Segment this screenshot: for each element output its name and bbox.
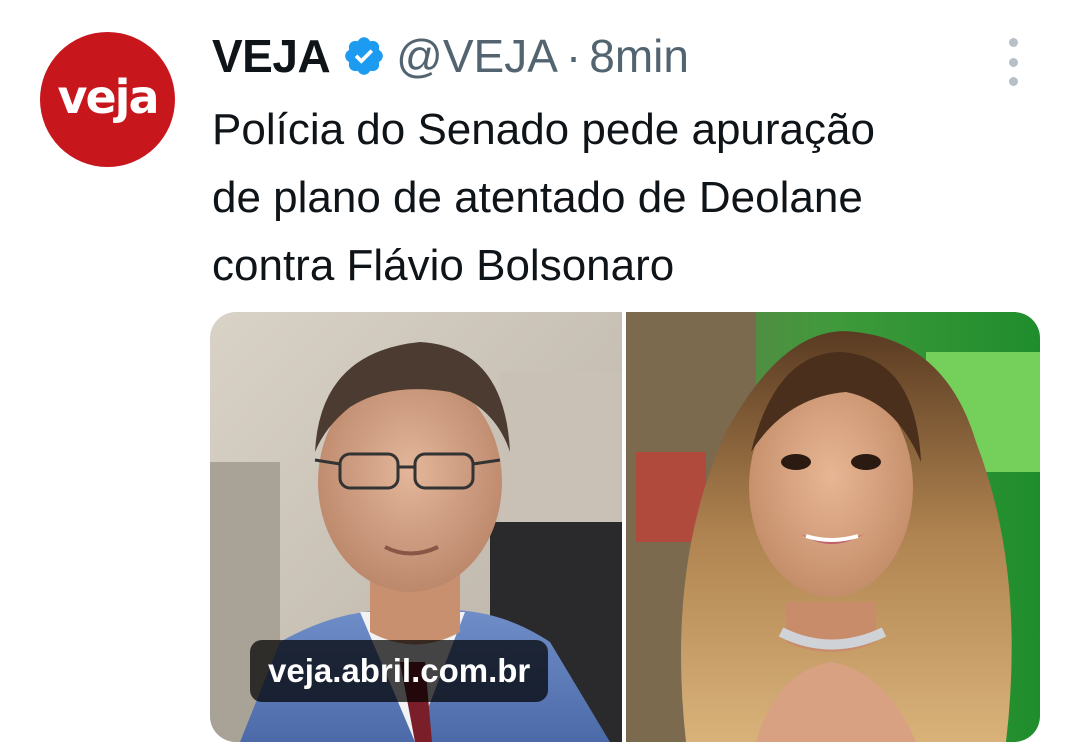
avatar[interactable]: veja [40, 32, 175, 167]
user-handle[interactable]: @VEJA [396, 29, 558, 83]
display-name[interactable]: VEJA [212, 29, 331, 83]
timestamp[interactable]: 8min [589, 29, 689, 83]
avatar-logo-text: veja [57, 69, 160, 124]
separator-dot: · [565, 30, 582, 82]
tweet-text: Polícia do Senado pede apuração de plano… [212, 105, 875, 290]
more-options-icon[interactable] [1000, 38, 1026, 86]
link-domain-label[interactable]: veja.abril.com.br [250, 640, 549, 702]
tweet-header: VEJA @VEJA · 8min [212, 26, 689, 86]
verified-badge-icon [342, 34, 386, 78]
woman-portrait-photo[interactable] [626, 312, 1040, 742]
